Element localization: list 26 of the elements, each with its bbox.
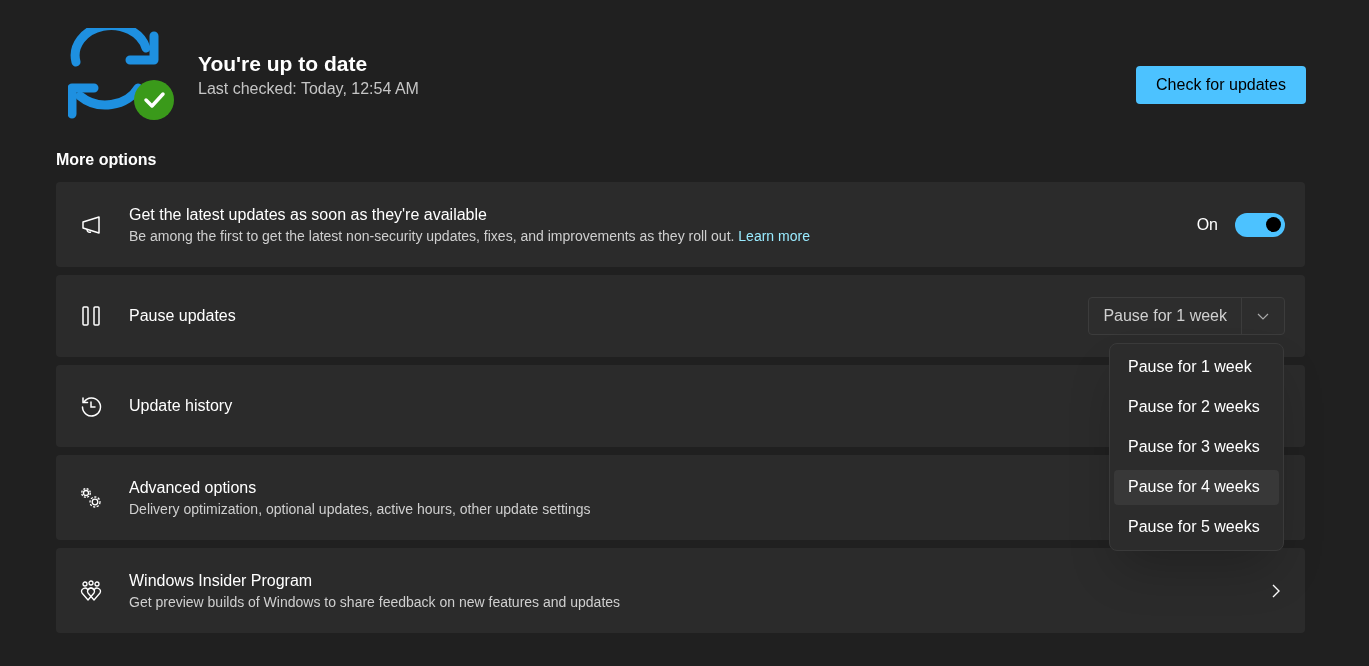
chevron-down-icon bbox=[1257, 312, 1269, 320]
section-heading: More options bbox=[56, 150, 157, 170]
status-title: You're up to date bbox=[198, 51, 369, 77]
menu-item[interactable]: Pause for 4 weeks bbox=[1114, 469, 1279, 505]
learn-more-link[interactable]: Learn more bbox=[738, 227, 810, 244]
check-for-updates-button[interactable]: Check for updates bbox=[1136, 66, 1306, 104]
option-title: Update history bbox=[129, 396, 233, 416]
option-title: Pause updates bbox=[129, 306, 236, 326]
people-heart-icon bbox=[78, 578, 104, 603]
settings-card[interactable]: Get the latest updates as soon as they're available Be among the first to get the latest non-security updates, fixes, and improvements as they roll out. Learn more On bbox=[56, 182, 1305, 267]
option-description: Get preview builds of Windows to share feedback on new features and updates bbox=[129, 592, 621, 612]
gears-icon bbox=[78, 485, 104, 510]
dropdown-value: Pause for 1 week bbox=[1102, 306, 1228, 326]
option-title: Advanced options bbox=[129, 477, 257, 498]
option-title: Windows Insider Program bbox=[129, 570, 313, 591]
last-checked-text: Last checked: Today, 12:54 AM bbox=[198, 79, 419, 99]
pause-dropdown[interactable]: Pause for 1 week bbox=[1088, 297, 1285, 335]
toggle-label: On bbox=[1196, 214, 1218, 235]
chevron-right-icon bbox=[1272, 583, 1280, 598]
option-description: Delivery optimization, optional updates, active hours, other update settings bbox=[129, 499, 591, 519]
menu-item[interactable]: Pause for 2 weeks bbox=[1114, 389, 1279, 425]
option-description: Be among the first to get the latest non-security updates, fixes, and improvements as they roll out. Learn more bbox=[129, 226, 810, 246]
toggle-switch[interactable] bbox=[1235, 212, 1285, 237]
sync-check-icon bbox=[68, 28, 176, 120]
settings-card[interactable]: Windows Insider Program Get preview builds of Windows to share feedback on new features and updates bbox=[56, 548, 1305, 633]
option-title: Get the latest updates as soon as they're available bbox=[129, 204, 487, 225]
